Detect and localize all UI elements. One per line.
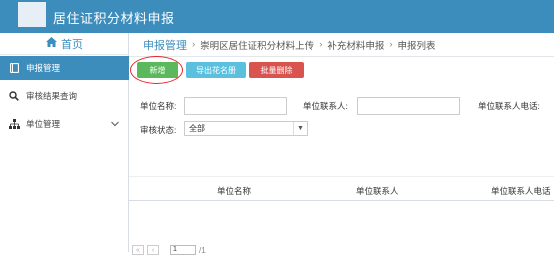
top-bar: 居住证积分材料申报: [0, 0, 554, 33]
sidebar-item-unit-management[interactable]: 单位管理: [0, 112, 129, 136]
breadcrumb-separator: ›: [192, 39, 196, 50]
breadcrumb-item[interactable]: 申报管理: [143, 37, 187, 53]
breadcrumb-item[interactable]: 崇明区居住证积分材料上传: [200, 38, 314, 52]
sidebar-item-review-query[interactable]: 审核结果查询: [0, 84, 129, 108]
add-button[interactable]: 新增: [137, 62, 178, 78]
sidebar-item-label: 单位管理: [26, 119, 61, 129]
app-title: 居住证积分材料申报: [53, 11, 175, 26]
sitemap-icon: [8, 119, 20, 129]
first-page-icon[interactable]: «: [132, 245, 144, 255]
unit-contact-label: 单位联系人:: [303, 101, 348, 111]
pagination: « ‹ 1 /1: [132, 244, 206, 256]
unit-contact-phone-label: 单位联系人电话:: [478, 101, 540, 111]
column-header-unit-contact[interactable]: 单位联系人: [356, 185, 399, 197]
export-roster-button[interactable]: 导出花名册: [186, 62, 246, 78]
page-number-input[interactable]: 1: [170, 245, 196, 255]
column-header-unit-contact-phone[interactable]: 单位联系人电话: [491, 185, 551, 197]
prev-page-icon[interactable]: ‹: [147, 245, 159, 255]
unit-name-input[interactable]: [184, 97, 287, 115]
breadcrumb-item: 申报列表: [397, 40, 436, 52]
review-status-value: 全部: [189, 124, 205, 133]
caret-down-icon: ▼: [293, 122, 307, 135]
chevron-down-icon: [111, 119, 119, 129]
search-icon: [8, 91, 20, 101]
breadcrumb-separator: ›: [319, 39, 323, 50]
breadcrumb: 申报管理 › 崇明区居住证积分材料上传 › 补充材料申报 › 申报列表: [129, 33, 554, 57]
batch-delete-button[interactable]: 批量删除: [249, 62, 304, 78]
sidebar-item-declaration[interactable]: 申报管理: [0, 56, 129, 80]
breadcrumb-item[interactable]: 补充材料申报: [327, 38, 384, 52]
book-icon: [8, 63, 20, 73]
sidebar-home-label: 首页: [61, 38, 83, 51]
column-header-unit-name[interactable]: 单位名称: [217, 185, 251, 197]
app-logo: [18, 2, 46, 27]
unit-contact-input[interactable]: [357, 97, 460, 115]
filter-form: 单位名称: 单位联系人: 单位联系人电话: 审核状态: 全部 ▼: [129, 88, 554, 146]
sidebar: 首页 申报管理 审核结果查询 单位管理: [0, 33, 129, 252]
sidebar-home[interactable]: 首页: [0, 33, 129, 55]
sidebar-item-label: 申报管理: [26, 63, 61, 73]
review-status-select[interactable]: 全部 ▼: [184, 121, 308, 136]
unit-name-label: 单位名称:: [140, 101, 177, 111]
page-total: /1: [199, 245, 206, 255]
sidebar-item-label: 审核结果查询: [26, 91, 78, 101]
home-icon: [46, 37, 57, 50]
breadcrumb-separator: ›: [389, 39, 393, 50]
review-status-label: 审核状态:: [140, 125, 177, 135]
table-header: 单位名称 单位联系人 单位联系人电话: [129, 176, 554, 201]
